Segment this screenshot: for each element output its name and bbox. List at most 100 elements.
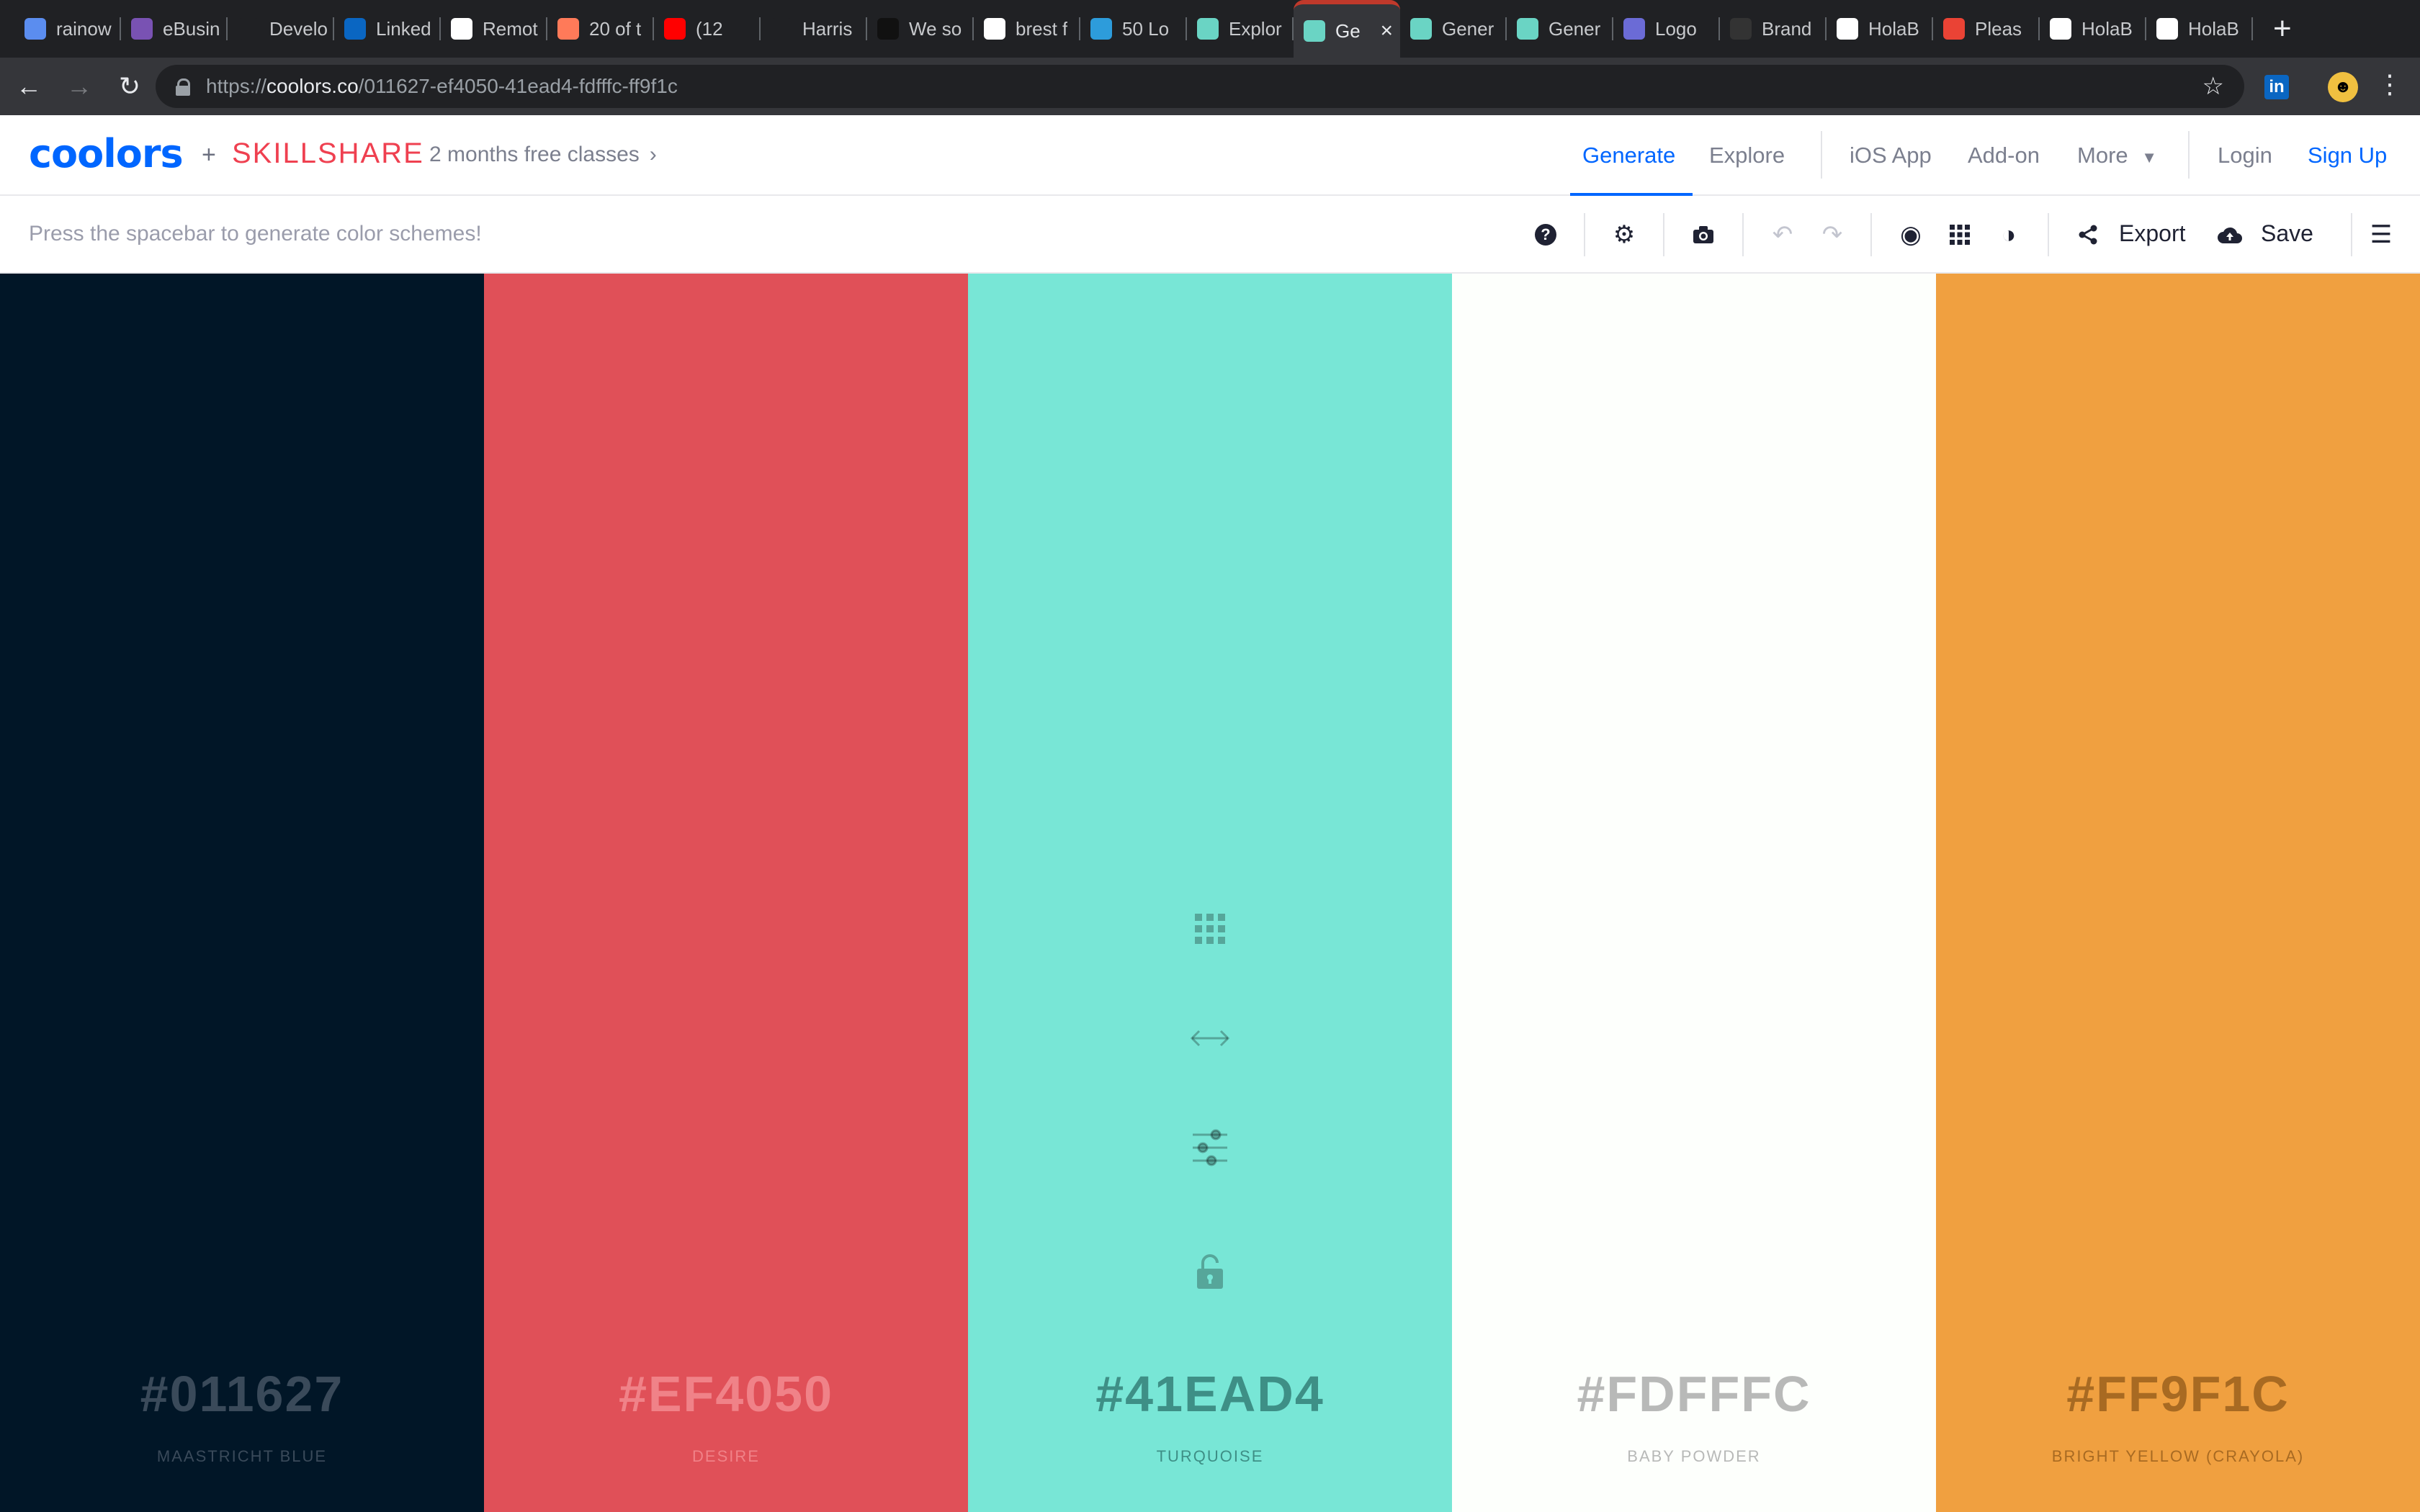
- browser-tab[interactable]: Remot: [441, 0, 547, 58]
- browser-tab[interactable]: Logo: [1613, 0, 1720, 58]
- browser-tab-strip: rainow eBusin Develo Linked Remot 20 of t (12 H…: [0, 0, 2420, 58]
- coolors-favicon-icon: [1304, 20, 1325, 42]
- grid-view-icon[interactable]: [1940, 215, 1980, 255]
- close-tab-icon[interactable]: ×: [1380, 19, 1393, 43]
- export-button[interactable]: Export: [2119, 220, 2185, 247]
- divider: [1584, 213, 1585, 256]
- reload-icon[interactable]: ↻: [108, 65, 151, 108]
- browser-toolbar: ← → ↻ https://coolors.co/011627-ef4050-4…: [0, 58, 2420, 115]
- browser-tab[interactable]: Harris: [761, 0, 867, 58]
- address-bar[interactable]: https://coolors.co/011627-ef4050-41ead4-…: [156, 65, 2244, 108]
- logo-favicon-icon: [1623, 18, 1645, 40]
- hex-code[interactable]: #FDFFFC: [1452, 1365, 1936, 1423]
- chevron-down-icon: ▼: [2141, 148, 2158, 166]
- tab-title: HolaB: [2188, 17, 2239, 40]
- cloud-save-icon[interactable]: [2210, 215, 2250, 255]
- nav-ios-app[interactable]: iOS App: [1850, 143, 1932, 168]
- tab-title: We so: [909, 17, 962, 40]
- color-name: BRIGHT YELLOW (CRAYOLA): [2051, 1447, 2305, 1465]
- browser-tab[interactable]: We so: [867, 0, 974, 58]
- tab-title: Gener: [1549, 17, 1601, 40]
- tab-title: eBusin: [163, 17, 220, 40]
- browser-tab[interactable]: Develo: [228, 0, 334, 58]
- browser-tab[interactable]: HolaB: [1827, 0, 1933, 58]
- linkedin-extension-icon[interactable]: in: [2264, 75, 2289, 99]
- view-eye-icon[interactable]: ◉: [1891, 215, 1931, 255]
- browser-tab[interactable]: 20 of t: [547, 0, 654, 58]
- google-favicon-icon: [984, 18, 1005, 40]
- browser-tab[interactable]: HolaB: [2146, 0, 2253, 58]
- browser-tab[interactable]: rainow: [14, 0, 121, 58]
- color-swatch[interactable]: #011627 MAASTRICHT BLUE: [0, 274, 484, 1512]
- promo-link[interactable]: 2 months free classes ›: [429, 143, 657, 167]
- browser-tab[interactable]: Explor: [1187, 0, 1294, 58]
- url-prefix: https://: [206, 75, 267, 97]
- nav-login[interactable]: Login: [2218, 143, 2272, 168]
- coolors-favicon-icon: [1517, 18, 1538, 40]
- profile-avatar[interactable]: ☻: [2328, 72, 2358, 102]
- adjust-sliders-icon[interactable]: [1188, 1126, 1232, 1169]
- browser-tab[interactable]: Gener: [1507, 0, 1613, 58]
- settings-gear-icon[interactable]: ⚙: [1604, 215, 1644, 255]
- color-swatch[interactable]: #FF9F1C BRIGHT YELLOW (CRAYOLA): [1936, 274, 2420, 1512]
- browser-tab[interactable]: 50 Lo: [1080, 0, 1187, 58]
- shades-grid-icon[interactable]: [1188, 907, 1232, 950]
- browser-tab[interactable]: Linked: [334, 0, 441, 58]
- color-swatch[interactable]: #FDFFFC BABY POWDER: [1452, 274, 1936, 1512]
- nav-generate[interactable]: Generate: [1582, 143, 1675, 168]
- skillshare-logo[interactable]: SKILLSHARE: [232, 138, 424, 170]
- help-icon[interactable]: ?: [1525, 215, 1566, 255]
- browser-tab[interactable]: (12: [654, 0, 761, 58]
- save-button[interactable]: Save: [2261, 220, 2313, 247]
- undo-icon[interactable]: ↶: [1762, 215, 1803, 255]
- tab-title: brest f: [1016, 17, 1068, 40]
- color-swatch[interactable]: #EF4050 DESIRE: [484, 274, 968, 1512]
- divider: [1821, 131, 1822, 179]
- browser-tab[interactable]: brest f: [974, 0, 1080, 58]
- tab-title: Gener: [1442, 17, 1494, 40]
- plus-sign: +: [202, 141, 216, 168]
- redo-icon[interactable]: ↷: [1812, 215, 1852, 255]
- color-palette: #011627 MAASTRICHT BLUE #EF4050 DESIRE #41EA…: [0, 274, 2420, 1512]
- browser-menu-icon[interactable]: ⋮: [2377, 69, 2403, 99]
- tab-title: Remot: [483, 17, 538, 40]
- browser-tab[interactable]: HolaB: [2040, 0, 2146, 58]
- bookmark-star-icon[interactable]: ☆: [2202, 72, 2224, 101]
- browser-tab[interactable]: Pleas: [1933, 0, 2040, 58]
- hex-code[interactable]: #011627: [0, 1365, 484, 1423]
- camera-icon[interactable]: [1683, 215, 1724, 255]
- forward-arrow-icon[interactable]: →: [58, 65, 101, 108]
- hamburger-menu-icon[interactable]: ☰: [2361, 215, 2401, 255]
- divider: [1742, 213, 1744, 256]
- lock-open-icon[interactable]: [1188, 1250, 1232, 1293]
- generator-toolbar: Press the spacebar to generate color sch…: [0, 196, 2420, 274]
- tab-title: (12: [696, 17, 723, 40]
- browser-tab[interactable]: Brand: [1720, 0, 1827, 58]
- nav-addon[interactable]: Add-on: [1968, 143, 2040, 168]
- tab-title: rainow: [56, 17, 112, 40]
- remote-favicon-icon: [451, 18, 472, 40]
- color-name: DESIRE: [692, 1447, 760, 1465]
- browser-tab[interactable]: Ge ×: [1294, 0, 1400, 58]
- sb-favicon-icon: [1730, 18, 1752, 40]
- new-tab-plus-icon[interactable]: +: [2273, 11, 2292, 47]
- nav-more[interactable]: More ▼: [2077, 143, 2157, 168]
- tab-title: Linked: [376, 17, 431, 40]
- contrast-icon[interactable]: ◑: [1989, 215, 2029, 255]
- color-swatch[interactable]: #41EAD4 TURQUOISE: [968, 274, 1452, 1512]
- browser-tab[interactable]: Gener: [1400, 0, 1507, 58]
- site-header: coolors + SKILLSHARE 2 months free class…: [0, 115, 2420, 196]
- hex-code[interactable]: #FF9F1C: [1936, 1365, 2420, 1423]
- color-name: TURQUOISE: [1156, 1447, 1264, 1465]
- hex-code[interactable]: #41EAD4: [968, 1365, 1452, 1423]
- browser-tab[interactable]: eBusin: [121, 0, 228, 58]
- tab-title: Brand: [1762, 17, 1812, 40]
- nav-signup[interactable]: Sign Up: [2308, 143, 2387, 168]
- share-icon[interactable]: [2068, 215, 2108, 255]
- coolors-logo[interactable]: coolors: [29, 131, 184, 176]
- nav-explore[interactable]: Explore: [1709, 143, 1785, 168]
- tab-title: Logo: [1655, 17, 1697, 40]
- hex-code[interactable]: #EF4050: [484, 1365, 968, 1423]
- drag-arrows-icon[interactable]: [1188, 1017, 1232, 1060]
- back-arrow-icon[interactable]: ←: [7, 65, 50, 108]
